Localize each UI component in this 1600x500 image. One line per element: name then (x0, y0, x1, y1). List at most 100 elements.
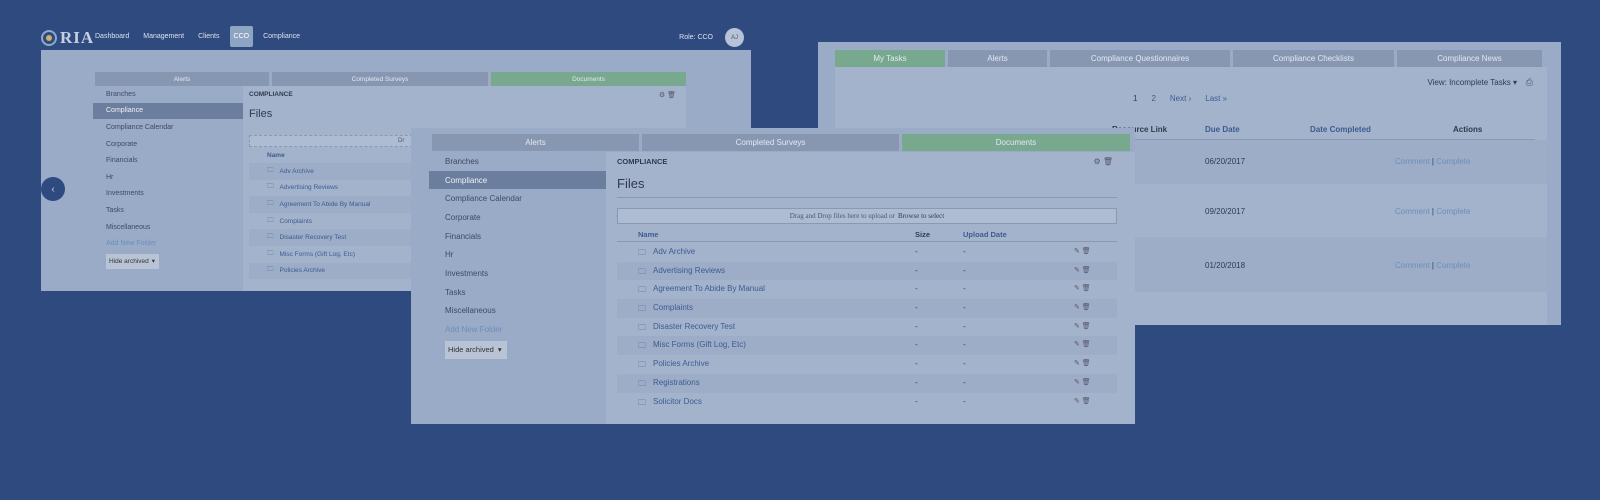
avatar[interactable]: AJ (725, 28, 744, 47)
hide-archived-select[interactable]: Hide archived ▾ (445, 340, 507, 359)
tab-documents[interactable]: Documents (491, 72, 686, 86)
sidebar-item-investments[interactable]: Investments (93, 186, 243, 203)
edit-delete-icons[interactable]: ✎ 🗑 (1074, 378, 1091, 386)
sidebar-item-tasks[interactable]: Tasks (93, 202, 243, 219)
comment-link[interactable]: Comment (1395, 207, 1430, 216)
sidebar-item-compliance-calendar[interactable]: Compliance Calendar (93, 119, 243, 136)
column-date-completed[interactable]: Date Completed (1310, 125, 1371, 134)
column-name[interactable]: Name (267, 152, 285, 159)
column-actions: Actions (1453, 125, 1483, 134)
page-last[interactable]: Last » (1205, 94, 1227, 103)
gear-icon[interactable]: ⚙ 🗑 (659, 91, 676, 99)
complete-link[interactable]: Complete (1436, 261, 1470, 270)
nav-cco[interactable]: CCO (229, 26, 254, 47)
add-folder-link[interactable]: Add New Folder (429, 320, 606, 339)
tab-documents[interactable]: Documents (902, 134, 1130, 151)
complete-link[interactable]: Complete (1436, 157, 1470, 166)
comment-link[interactable]: Comment (1395, 261, 1430, 270)
section-heading: COMPLIANCE (249, 91, 293, 98)
table-row[interactable]: 🗀 Registrations - - ✎ 🗑 (617, 373, 1117, 393)
view-filter-dropdown[interactable]: View: Incomplete Tasks ▾ (1427, 78, 1517, 87)
table-row[interactable]: 🗀 Adv Archive - - ✎ 🗑 (617, 243, 1117, 262)
sidebar-item-compliance-calendar[interactable]: Compliance Calendar (429, 189, 606, 208)
sidebar-item-compliance[interactable]: Compliance (93, 102, 243, 120)
folder-icon: 🗀 (267, 233, 274, 241)
table-row[interactable]: 🗀 Policies Archive - - ✎ 🗑 (617, 355, 1117, 374)
logo-text: RIA (60, 28, 95, 47)
table-row[interactable]: 🗀 Solicitor Docs - - ✎ 🗑 (617, 393, 1117, 412)
column-name[interactable]: Name (638, 230, 658, 239)
edit-delete-icons[interactable]: ✎ 🗑 (1074, 266, 1091, 274)
table-row[interactable]: 🗀 Complaints - - ✎ 🗑 (617, 299, 1117, 318)
nav-management[interactable]: Management (139, 26, 188, 47)
top-nav-bar: RIA Dashboard Management Clients CCO Com… (41, 25, 751, 50)
tab-alerts[interactable]: Alerts (95, 72, 269, 86)
sidebar-item-financials[interactable]: Financials (93, 152, 243, 169)
edit-delete-icons[interactable]: ✎ 🗑 (1074, 397, 1091, 405)
page-1[interactable]: 1 (1133, 94, 1137, 103)
folder-sidebar: Branches Compliance Compliance Calendar … (93, 86, 243, 291)
table-row[interactable]: 🗀 Misc Forms (Gift Log, Etc) - - ✎ 🗑 (617, 336, 1117, 356)
role-label: Role: CCO (679, 34, 713, 41)
page-next[interactable]: Next › (1170, 94, 1191, 103)
folder-icon: 🗀 (267, 183, 274, 191)
sidebar-item-compliance[interactable]: Compliance (429, 170, 611, 190)
sidebar-item-hr[interactable]: Hr (429, 245, 606, 264)
table-row[interactable]: 🗀 Advertising Reviews - - ✎ 🗑 (617, 261, 1117, 281)
folder-icon: 🗀 (267, 199, 274, 207)
comment-link[interactable]: Comment (1395, 157, 1430, 166)
sidebar-item-hr[interactable]: Hr (93, 169, 243, 186)
ria-logo[interactable]: RIA (41, 28, 94, 48)
tab-completed-surveys[interactable]: Completed Surveys (642, 134, 899, 151)
folder-icon: 🗀 (638, 341, 646, 351)
tab-alerts[interactable]: Alerts (432, 134, 639, 151)
folder-icon: 🗀 (638, 360, 646, 370)
tab-compliance-checklists[interactable]: Compliance Checklists (1233, 50, 1394, 67)
gear-icon[interactable]: ⚙ 🗑 (1093, 157, 1113, 166)
upload-dropzone[interactable]: Drag and Drop files here to upload or Br… (617, 208, 1117, 224)
tab-bar: Alerts Completed Surveys Documents (432, 134, 1130, 151)
tab-alerts[interactable]: Alerts (948, 50, 1047, 67)
table-header: Name Size Upload Date (617, 228, 1117, 242)
edit-delete-icons[interactable]: ✎ 🗑 (1074, 359, 1091, 367)
file-list: 🗀 Adv Archive - - ✎ 🗑 🗀 Advertising Reviews - -… (617, 243, 1117, 411)
tab-compliance-news[interactable]: Compliance News (1397, 50, 1542, 67)
edit-delete-icons[interactable]: ✎ 🗑 (1074, 284, 1091, 292)
sidebar-item-miscellaneous[interactable]: Miscellaneous (93, 219, 243, 236)
sidebar-item-corporate[interactable]: Corporate (429, 208, 606, 227)
table-row[interactable]: 🗀 Disaster Recovery Test - - ✎ 🗑 (617, 318, 1117, 337)
edit-delete-icons[interactable]: ✎ 🗑 (1074, 340, 1091, 348)
nav-compliance[interactable]: Compliance (259, 26, 304, 47)
browse-link[interactable]: Browse to select (898, 212, 944, 220)
tab-bar: My Tasks Alerts Compliance Questionnaire… (835, 50, 1542, 67)
sidebar-item-investments[interactable]: Investments (429, 264, 606, 283)
hide-archived-select[interactable]: Hide archived ▾ (106, 253, 159, 269)
page-2[interactable]: 2 (1151, 94, 1155, 103)
nav-dashboard[interactable]: Dashboard (91, 26, 133, 47)
sidebar-item-corporate[interactable]: Corporate (93, 136, 243, 153)
tab-completed-surveys[interactable]: Completed Surveys (272, 72, 488, 86)
nav-clients[interactable]: Clients (194, 26, 223, 47)
add-folder-link[interactable]: Add New Folder (93, 235, 243, 252)
sidebar-item-miscellaneous[interactable]: Miscellaneous (429, 302, 606, 321)
title-divider (617, 197, 1117, 198)
table-row[interactable]: 🗀 Agreement To Abide By Manual - - ✎ 🗑 (617, 280, 1117, 299)
sidebar-item-branches[interactable]: Branches (93, 86, 243, 103)
column-upload-date[interactable]: Upload Date (963, 230, 1007, 239)
sidebar-item-financials[interactable]: Financials (429, 227, 606, 246)
sidebar-item-branches[interactable]: Branches (429, 152, 606, 171)
folder-icon: 🗀 (638, 397, 646, 407)
print-icon[interactable]: ⎙ (1526, 77, 1533, 88)
folder-sidebar: Branches Compliance Compliance Calendar … (429, 152, 611, 424)
tab-compliance-questionnaires[interactable]: Compliance Questionnaires (1050, 50, 1230, 67)
dropzone-text: Drag and Drop files here to upload or (789, 212, 895, 220)
edit-delete-icons[interactable]: ✎ 🗑 (1074, 247, 1091, 255)
edit-delete-icons[interactable]: ✎ 🗑 (1074, 322, 1091, 330)
complete-link[interactable]: Complete (1436, 207, 1470, 216)
tab-my-tasks[interactable]: My Tasks (835, 50, 945, 67)
screenshot-files-front: Alerts Completed Surveys Documents Branc… (411, 128, 1135, 424)
edit-delete-icons[interactable]: ✎ 🗑 (1074, 303, 1091, 311)
sidebar-item-tasks[interactable]: Tasks (429, 283, 606, 302)
chevron-left-icon[interactable]: ‹ (41, 177, 65, 201)
column-due-date[interactable]: Due Date (1205, 125, 1240, 134)
